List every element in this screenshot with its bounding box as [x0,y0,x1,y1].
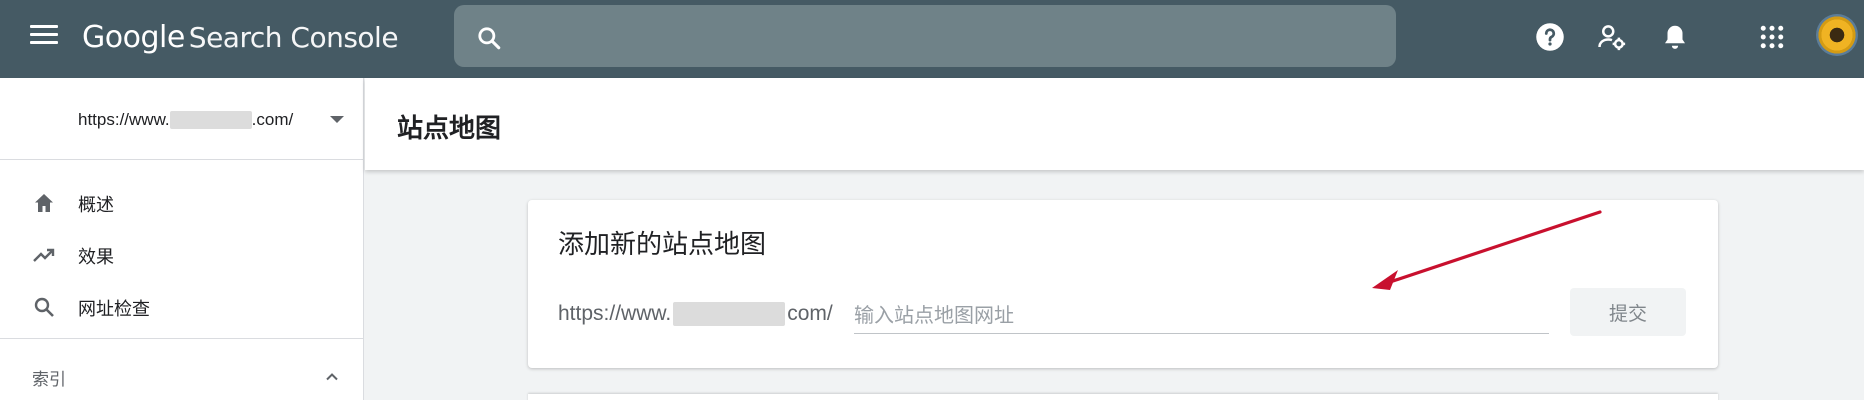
sidebar: https://www. .com/ 概述 效果 网址检查 索引 [0,78,364,400]
card-title: 添加新的站点地图 [558,229,767,259]
next-card-edge [528,394,1718,400]
annotation-arrow [1372,210,1602,290]
property-selector[interactable]: https://www. .com/ [0,78,364,160]
account-avatar[interactable] [1816,14,1858,56]
search-icon [34,297,54,317]
page-header: 站点地图 [365,78,1864,170]
sidebar-item-url-inspection[interactable]: 网址检查 [0,280,364,332]
home-icon [35,194,53,212]
search-icon [478,27,501,50]
sidebar-item-label: 效果 [78,247,114,267]
manage-users-icon[interactable] [1597,22,1627,52]
trending-up-icon [33,248,55,262]
redacted-domain [169,111,252,129]
redacted-domain [673,302,786,326]
logo-google-text: Google [82,20,185,55]
url-prefix-start: https://www. [558,302,672,325]
sidebar-section-label: 索引 [32,370,66,389]
sidebar-item-label: 网址检查 [78,299,150,319]
chevron-up-icon [326,373,338,381]
help-icon[interactable] [1535,22,1565,52]
search-input[interactable] [524,17,1374,55]
bell-icon[interactable] [1660,22,1690,52]
apps-grid-icon[interactable] [1757,22,1787,52]
hamburger-menu-icon[interactable] [30,25,58,47]
sidebar-item-performance[interactable]: 效果 [0,228,364,280]
sitemap-url-prefix: https://www. com/ [558,302,833,326]
sitemap-url-input[interactable] [854,300,1549,334]
chevron-down-icon [330,116,344,123]
logo-product-text: Search Console [188,21,399,54]
page-title: 站点地图 [397,113,502,143]
url-prefix-end: com/ [787,302,833,325]
product-logo[interactable]: Google Search Console [82,20,399,56]
sidebar-item-overview[interactable]: 概述 [0,176,364,228]
sidebar-section-index[interactable]: 索引 [0,353,364,399]
property-url-start: https://www. [78,110,170,129]
property-url-end: .com/ [251,110,294,129]
top-app-bar: Google Search Console [0,0,1864,78]
property-url: https://www. .com/ [78,110,293,130]
search-bar[interactable] [454,5,1396,67]
sidebar-divider [0,338,364,339]
sidebar-item-label: 概述 [78,195,114,215]
